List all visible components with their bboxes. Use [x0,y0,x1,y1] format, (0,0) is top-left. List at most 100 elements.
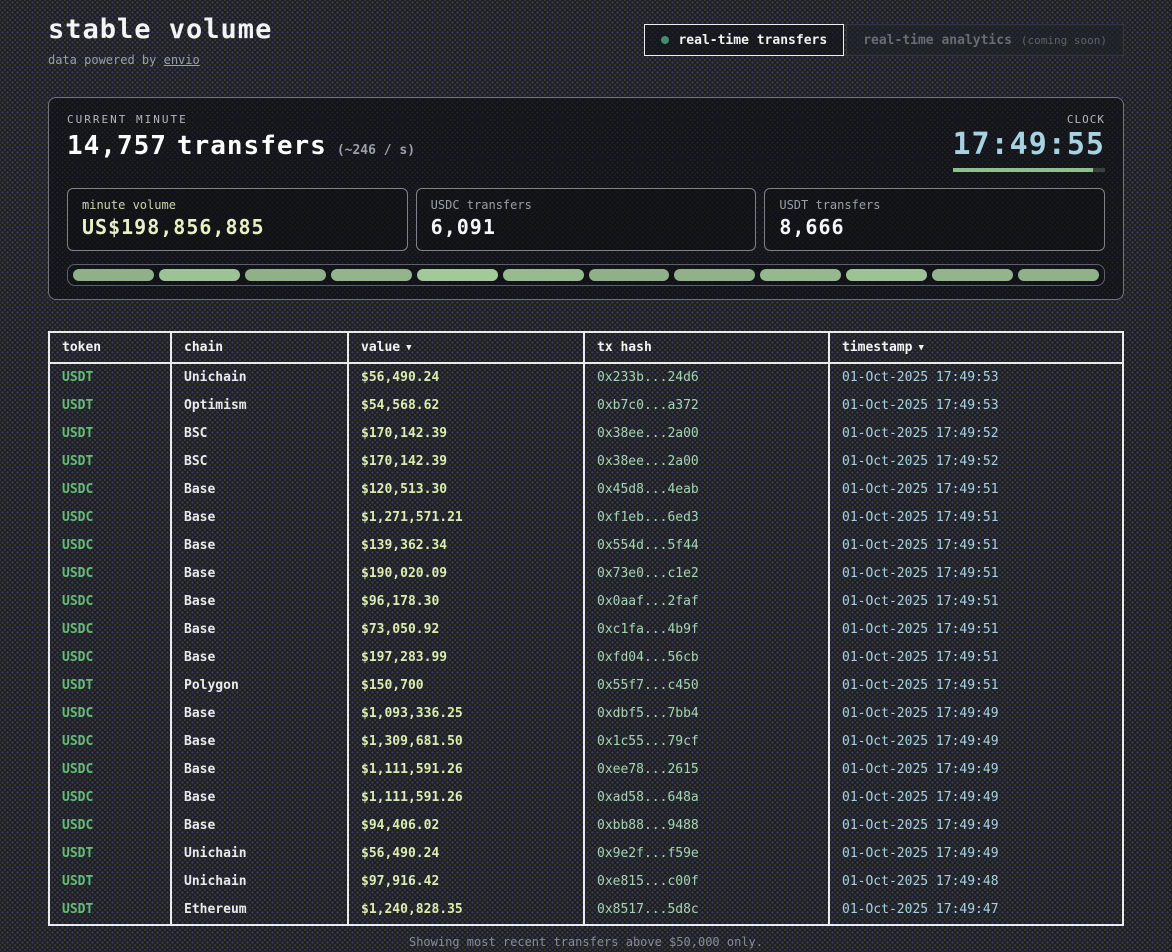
token-cell: USDT [49,868,171,896]
progress-segment [674,269,755,281]
live-dot-icon [661,36,669,44]
current-minute-panel: CURRENT MINUTE 14,757 transfers (~246 / … [48,97,1124,300]
transfer-unit: transfers [177,131,327,161]
tx-hash-link[interactable]: 0x554d...5f44 [584,532,829,560]
progress-segment [503,269,584,281]
transfer-row: USDCBase$1,271,571.210xf1eb...6ed301-Oct… [49,504,1123,532]
token-cell: USDC [49,812,171,840]
chain-cell: Base [171,784,348,812]
token-cell: USDC [49,756,171,784]
value-cell: $170,142.39 [348,448,584,476]
value-cell: $54,568.62 [348,392,584,420]
progress-segment [932,269,1013,281]
tx-hash-link[interactable]: 0xfd04...56cb [584,644,829,672]
tab-label: real-time analytics [863,33,1012,48]
progress-segment [760,269,841,281]
timestamp-cell: 01-Oct-2025 17:49:53 [829,363,1123,392]
value-cell: $190,020.09 [348,560,584,588]
tx-hash-link[interactable]: 0xb7c0...a372 [584,392,829,420]
timestamp-cell: 01-Oct-2025 17:49:49 [829,812,1123,840]
page: stable volume data powered by envio real… [0,0,1172,949]
chain-cell: Base [171,812,348,840]
token-cell: USDC [49,616,171,644]
tx-hash-link[interactable]: 0x8517...5d8c [584,896,829,925]
transfer-count-headline: 14,757 transfers (~246 / s) [67,131,415,161]
footer-note: Showing most recent transfers above $50,… [48,935,1124,949]
tx-hash-link[interactable]: 0xee78...2615 [584,756,829,784]
data-credit: data powered by envio [48,53,272,67]
stat-card-usdc-transfers: USDC transfers 6,091 [416,188,757,251]
minute-progress-bar [67,264,1105,286]
tx-hash-link[interactable]: 0x38ee...2a00 [584,420,829,448]
progress-segment [73,269,154,281]
tx-hash-link[interactable]: 0xf1eb...6ed3 [584,504,829,532]
chain-cell: Base [171,644,348,672]
value-cell: $197,283.99 [348,644,584,672]
timestamp-cell: 01-Oct-2025 17:49:51 [829,672,1123,700]
progress-segment [159,269,240,281]
token-cell: USDC [49,728,171,756]
col-header-chain: chain [171,332,348,363]
chain-cell: Base [171,728,348,756]
tab-bar: real-time transfers real-time analytics … [644,24,1124,56]
tx-hash-link[interactable]: 0xad58...648a [584,784,829,812]
col-header-token: token [49,332,171,363]
value-cell: $97,916.42 [348,868,584,896]
token-cell: USDC [49,504,171,532]
tx-hash-link[interactable]: 0x233b...24d6 [584,363,829,392]
timestamp-cell: 01-Oct-2025 17:49:51 [829,532,1123,560]
transfer-row: USDCBase$197,283.990xfd04...56cb01-Oct-2… [49,644,1123,672]
token-cell: USDC [49,700,171,728]
value-cell: $1,240,828.35 [348,896,584,925]
progress-segment [846,269,927,281]
tx-hash-link[interactable]: 0xbb88...9488 [584,812,829,840]
chain-cell: Unichain [171,868,348,896]
tab-realtime-analytics[interactable]: real-time analytics (coming soon) [846,24,1124,56]
transfer-row: USDCBase$1,309,681.500x1c55...79cf01-Oct… [49,728,1123,756]
col-header-timestamp[interactable]: timestamp▼ [829,332,1123,363]
transfer-row: USDCBase$1,093,336.250xdbf5...7bb401-Oct… [49,700,1123,728]
tx-hash-link[interactable]: 0x45d8...4eab [584,476,829,504]
stat-label: USDC transfers [431,198,742,212]
timestamp-cell: 01-Oct-2025 17:49:52 [829,420,1123,448]
progress-segment [1018,269,1099,281]
value-cell: $96,178.30 [348,588,584,616]
tx-hash-link[interactable]: 0x1c55...79cf [584,728,829,756]
value-cell: $1,309,681.50 [348,728,584,756]
value-cell: $1,093,336.25 [348,700,584,728]
transfer-row: USDCBase$96,178.300x0aaf...2faf01-Oct-20… [49,588,1123,616]
timestamp-cell: 01-Oct-2025 17:49:51 [829,588,1123,616]
col-header-value[interactable]: value▼ [348,332,584,363]
token-cell: USDT [49,672,171,700]
stat-cards: minute volumeUS$198,856,885USDC transfer… [67,188,1105,251]
timestamp-cell: 01-Oct-2025 17:49:49 [829,756,1123,784]
tx-hash-link[interactable]: 0x55f7...c450 [584,672,829,700]
chain-cell: BSC [171,420,348,448]
hero-top: CURRENT MINUTE 14,757 transfers (~246 / … [67,113,1105,172]
value-cell: $56,490.24 [348,840,584,868]
transfer-count: 14,757 [67,131,167,161]
stat-card-minute-volume: minute volumeUS$198,856,885 [67,188,408,251]
envio-link[interactable]: envio [164,53,200,67]
token-cell: USDT [49,840,171,868]
tx-hash-link[interactable]: 0xdbf5...7bb4 [584,700,829,728]
timestamp-cell: 01-Oct-2025 17:49:48 [829,868,1123,896]
stat-value: 6,091 [431,215,742,239]
tab-realtime-transfers[interactable]: real-time transfers [644,24,844,56]
chain-cell: Base [171,560,348,588]
tab-label: real-time transfers [678,33,827,48]
chain-cell: Base [171,588,348,616]
token-cell: USDT [49,363,171,392]
tx-hash-link[interactable]: 0xe815...c00f [584,868,829,896]
chain-cell: Base [171,616,348,644]
tx-hash-link[interactable]: 0x73e0...c1e2 [584,560,829,588]
token-cell: USDT [49,896,171,925]
tx-hash-link[interactable]: 0x9e2f...f59e [584,840,829,868]
timestamp-cell: 01-Oct-2025 17:49:51 [829,476,1123,504]
tx-hash-link[interactable]: 0x38ee...2a00 [584,448,829,476]
value-cell: $150,700 [348,672,584,700]
tx-hash-link[interactable]: 0xc1fa...4b9f [584,616,829,644]
tx-hash-link[interactable]: 0x0aaf...2faf [584,588,829,616]
chain-cell: Ethereum [171,896,348,925]
transfer-row: USDCBase$139,362.340x554d...5f4401-Oct-2… [49,532,1123,560]
